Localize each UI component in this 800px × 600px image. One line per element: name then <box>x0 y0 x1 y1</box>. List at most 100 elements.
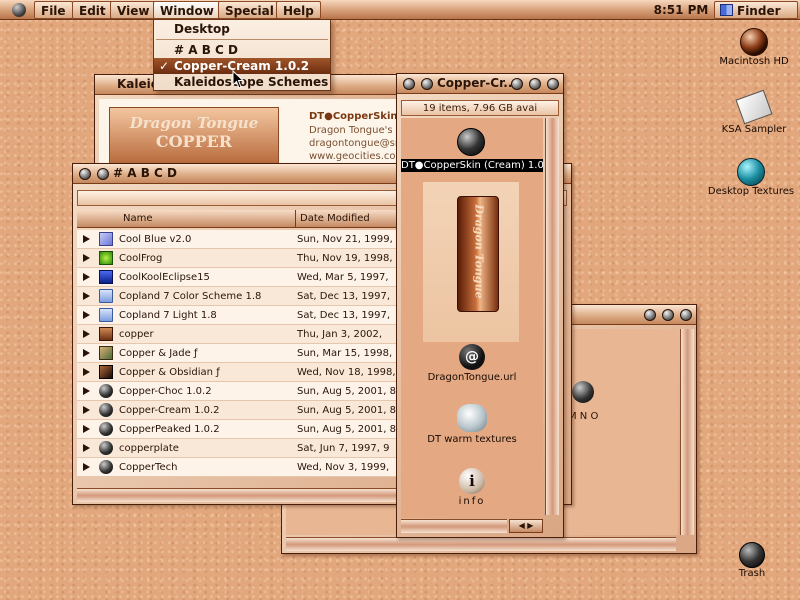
zoom-box-icon[interactable] <box>644 309 656 321</box>
collapse-box-icon[interactable] <box>662 309 674 321</box>
disclosure-triangle-icon[interactable] <box>83 330 90 338</box>
green-file-icon <box>99 251 113 265</box>
mouse-pointer-icon <box>232 70 245 89</box>
column-header-name[interactable]: Name <box>123 210 153 228</box>
menubar-clock[interactable]: 8:51 PM <box>652 1 710 19</box>
desktop-icon-ksa-sampler[interactable]: KSA Sampler <box>712 89 796 135</box>
row-name: Copper & Jade ƒ <box>119 348 198 359</box>
disclosure-triangle-icon[interactable] <box>83 273 90 281</box>
window-shade-icon[interactable] <box>547 78 559 90</box>
obs-file-icon <box>99 365 113 379</box>
row-date: Wed, Mar 5, 1997, <box>297 272 389 283</box>
orb-file-icon <box>99 384 113 398</box>
row-date: Sun, Aug 5, 2001, 8 <box>297 424 396 435</box>
row-date: Sat, Dec 13, 1997, <box>297 291 390 302</box>
row-date: Wed, Nov 3, 1999, <box>297 462 390 473</box>
copper-icon-view: DT●CopperSkin (Cream) 1.0. Dragon Tongue… <box>401 118 543 518</box>
dragon-tongue-preview: Dragon Tongue <box>423 182 519 342</box>
menu-edit[interactable]: Edit <box>72 1 113 19</box>
menu-item-desktop[interactable]: Desktop <box>154 21 330 37</box>
vertical-scrollbar[interactable] <box>545 118 559 515</box>
close-box-icon[interactable] <box>403 78 415 90</box>
desktop-icon-desktop-textures[interactable]: Desktop Textures <box>704 158 798 197</box>
application-menu[interactable]: Finder <box>714 1 798 19</box>
collapse-box-icon[interactable] <box>529 78 541 90</box>
window-title: Copper-Cr... <box>437 76 517 90</box>
menu-file[interactable]: File <box>34 1 73 19</box>
row-name: copper <box>119 329 154 340</box>
row-name: copperplate <box>119 443 179 454</box>
scroll-arrows[interactable]: ◀ ▶ <box>509 519 543 533</box>
row-date: Thu, Nov 19, 1998, <box>297 253 393 264</box>
disclosure-triangle-icon[interactable] <box>83 425 90 433</box>
copper-window-titlebar[interactable]: Copper-Cr... <box>397 74 563 94</box>
copper-bar-logo-text: Dragon Tongue <box>472 204 486 299</box>
disclosure-triangle-icon[interactable] <box>83 311 90 319</box>
finder-icon <box>720 4 733 16</box>
row-date: Sat, Dec 13, 1997, <box>297 310 390 321</box>
selected-item-label[interactable]: DT●CopperSkin (Cream) 1.0. <box>401 159 543 172</box>
logo-line-1: Dragon Tongue <box>129 114 259 132</box>
row-date: Sat, Jun 7, 1997, 9 <box>297 443 390 454</box>
menu-help[interactable]: Help <box>276 1 321 19</box>
horizontal-scrollbar[interactable] <box>401 519 507 533</box>
row-name: Copper & Obsidian ƒ <box>119 367 220 378</box>
checkmark-icon: ✓ <box>159 59 170 73</box>
disclosure-triangle-icon[interactable] <box>83 349 90 357</box>
zoom-box-icon[interactable] <box>511 78 523 90</box>
folder-proxy-icon <box>97 168 109 180</box>
orb-file-icon <box>99 403 113 417</box>
desktop-icon-label: Macintosh HD <box>719 56 789 67</box>
item-label: info <box>458 496 486 507</box>
row-name: Cool Blue v2.0 <box>119 234 192 245</box>
skin-orb-icon[interactable] <box>457 128 485 156</box>
window-shade-icon[interactable] <box>680 309 692 321</box>
row-name: CoolKoolEclipse15 <box>119 272 210 283</box>
brown-file-icon <box>99 327 113 341</box>
logo-line-2: COPPER <box>155 132 233 151</box>
disclosure-triangle-icon[interactable] <box>83 368 90 376</box>
window-status-bar: 19 items, 7.96 GB avai <box>401 100 559 116</box>
copper-cream-window[interactable]: Copper-Cr... 19 items, 7.96 GB avai DT●C… <box>396 73 564 538</box>
blue-file-icon <box>99 270 113 284</box>
vertical-scrollbar[interactable] <box>680 329 694 535</box>
horizontal-scrollbar[interactable] <box>286 537 676 551</box>
trash-icon <box>739 542 765 568</box>
apple-menu-icon[interactable] <box>12 3 26 17</box>
menu-item-abcd[interactable]: # A B C D <box>154 42 330 58</box>
orb-file-icon <box>99 441 113 455</box>
folder-file-icon <box>99 289 113 303</box>
row-name: Copland 7 Color Scheme 1.8 <box>119 291 262 302</box>
desktop-icon-macintosh-hd[interactable]: Macintosh HD <box>712 28 796 67</box>
desktop-icon-trash[interactable]: Trash <box>722 542 782 579</box>
orb-file-icon <box>99 460 113 474</box>
textures-bubble-icon <box>457 404 487 432</box>
desktop-icon-label: KSA Sampler <box>721 124 787 135</box>
disclosure-triangle-icon[interactable] <box>83 292 90 300</box>
menu-bar: File Edit View Window Special Help 8:51 … <box>0 0 800 20</box>
item-label: DT warm textures <box>427 434 517 445</box>
disclosure-triangle-icon[interactable] <box>83 463 90 471</box>
row-date: Sun, Nov 21, 1999, <box>297 234 393 245</box>
menu-view[interactable]: View <box>110 1 157 19</box>
menu-special[interactable]: Special <box>218 1 281 19</box>
row-date: Sun, Aug 5, 2001, 8 <box>297 386 396 397</box>
kaleidoscope-content: Dragon Tongue COPPER DT●CopperSkin Drago… <box>99 99 409 171</box>
item-dt-warm-textures[interactable]: DT warm textures <box>409 404 535 445</box>
disclosure-triangle-icon[interactable] <box>83 235 90 243</box>
disclosure-triangle-icon[interactable] <box>83 387 90 395</box>
disclosure-triangle-icon[interactable] <box>83 444 90 452</box>
disclosure-triangle-icon[interactable] <box>83 254 90 262</box>
row-name: CoolFrog <box>119 253 163 264</box>
folder-file-icon <box>99 308 113 322</box>
menu-window[interactable]: Window <box>153 1 221 19</box>
row-name: CopperTech <box>119 462 178 473</box>
skin-info-line-2: dragontongue@sna <box>309 138 408 149</box>
item-dragontongue-url[interactable]: @ DragonTongue.url <box>409 344 535 383</box>
row-name: Copper-Cream 1.0.2 <box>119 405 220 416</box>
item-info[interactable]: i info <box>409 468 535 507</box>
close-box-icon[interactable] <box>79 168 91 180</box>
folder-orb-icon <box>572 381 594 403</box>
disclosure-triangle-icon[interactable] <box>83 406 90 414</box>
orb-file-icon <box>99 422 113 436</box>
